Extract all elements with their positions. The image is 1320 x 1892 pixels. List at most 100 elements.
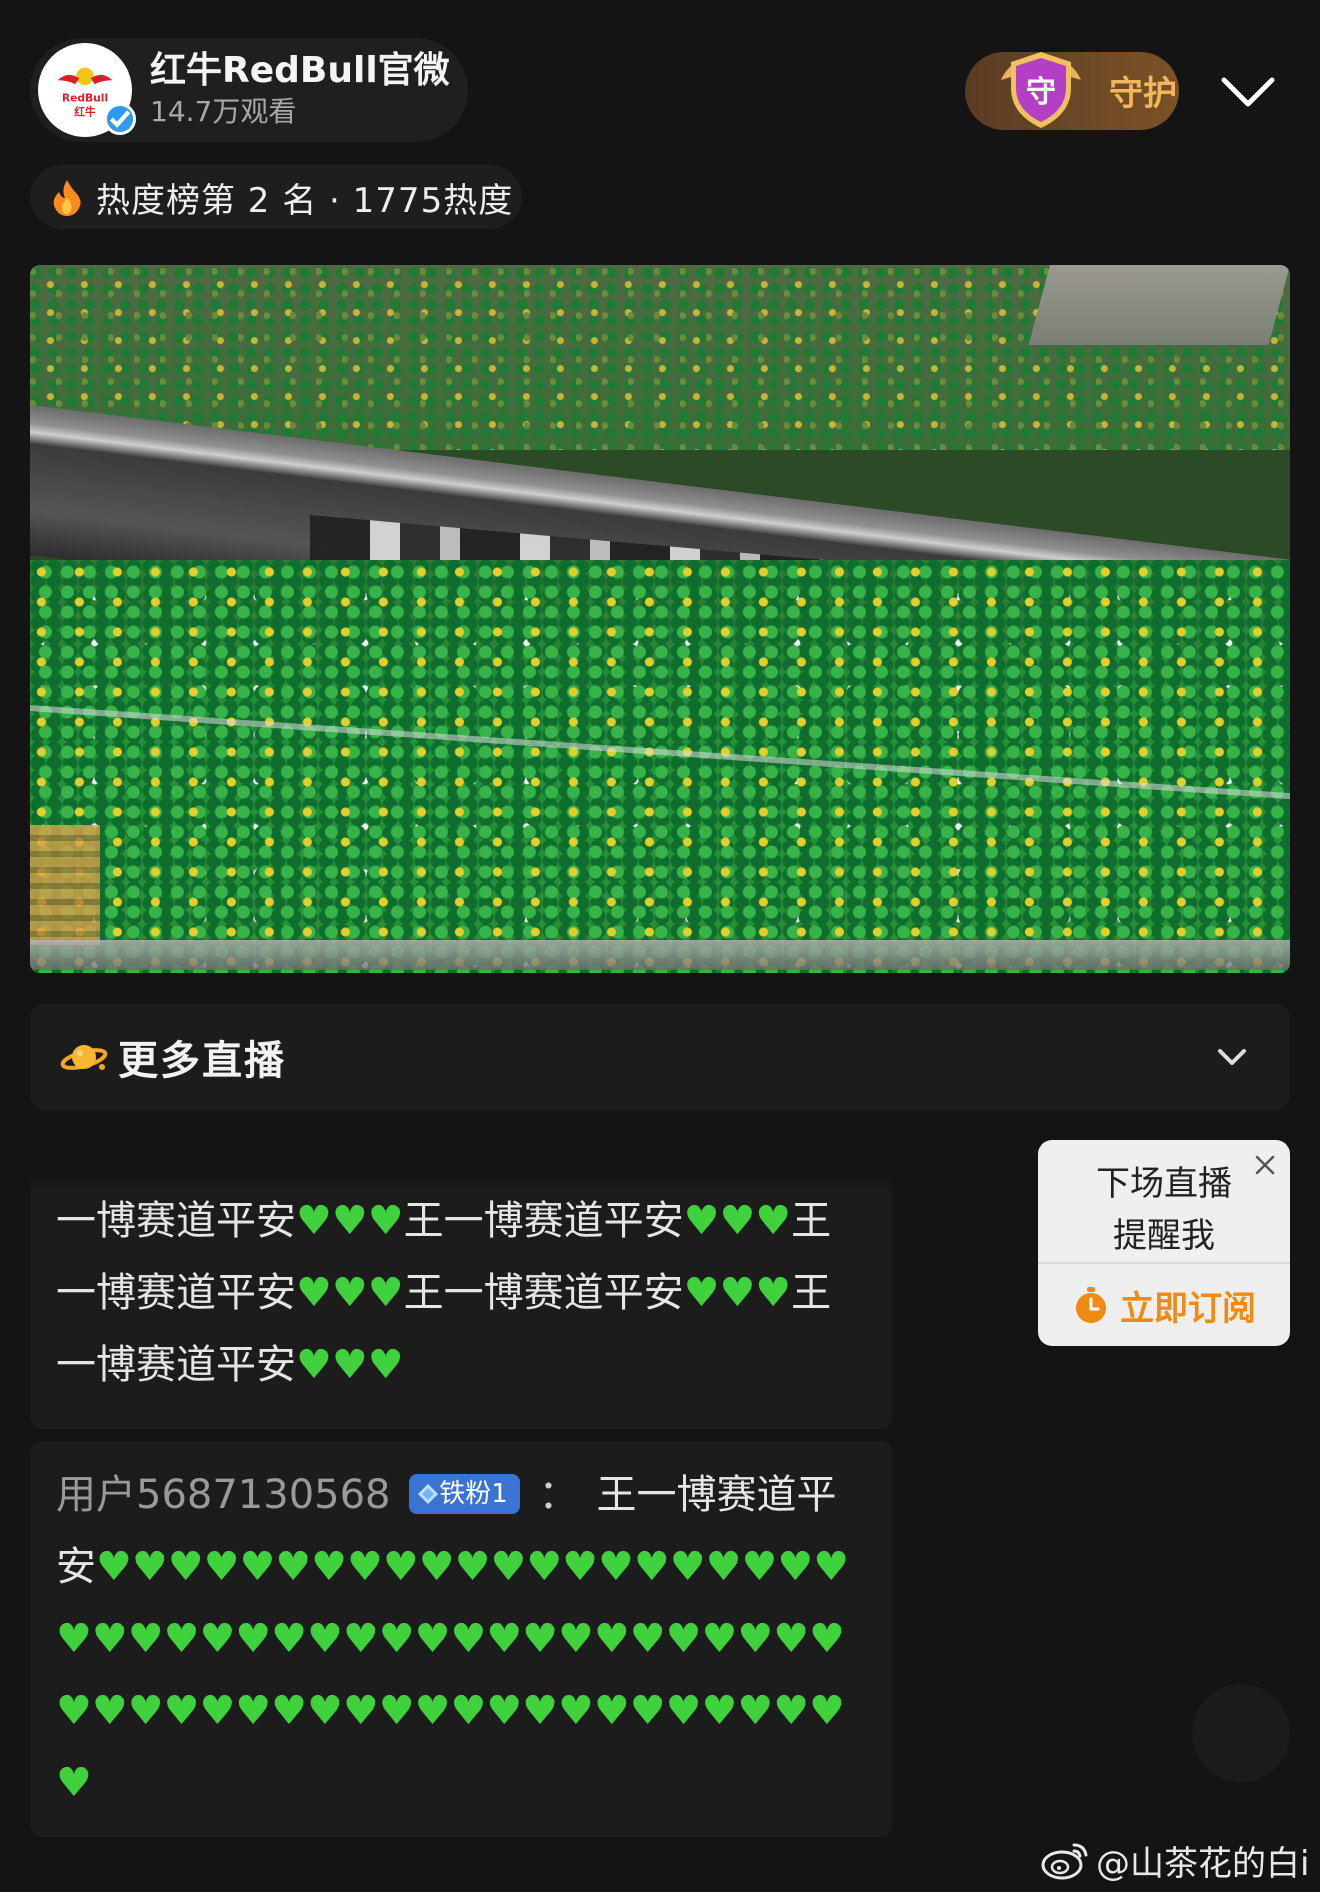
- clock-icon: [1076, 1287, 1106, 1323]
- subscribe-label: 立即订阅: [1120, 1288, 1256, 1329]
- green-heart-icon: ♥: [490, 1544, 527, 1590]
- green-heart-icon: ♥: [755, 1270, 792, 1316]
- green-heart-icon: ♥: [56, 1616, 92, 1662]
- green-heart-icon: ♥: [737, 1688, 774, 1734]
- green-heart-icon: ♥: [331, 1342, 368, 1388]
- green-heart-icon: ♥: [418, 1544, 455, 1590]
- green-heart-icon: ♥: [378, 1616, 415, 1662]
- green-heart-icon: ♥: [367, 1342, 404, 1388]
- svg-text:红牛: 红牛: [74, 105, 96, 118]
- green-heart-icon: ♥: [127, 1688, 164, 1734]
- green-heart-icon: ♥: [593, 1688, 630, 1734]
- more-live-bar[interactable]: 更多直播: [30, 1004, 1290, 1110]
- green-heart-icon: ♥: [562, 1544, 599, 1590]
- green-heart-icon: ♥: [235, 1616, 272, 1662]
- planet-icon: [60, 1045, 108, 1070]
- heat-rank-text: 热度榜第 2 名 · 1775热度: [96, 180, 514, 221]
- next-live-reminder-card: 下场直播 提醒我 立即订阅: [1038, 1140, 1290, 1346]
- comment-fade: [30, 1175, 892, 1195]
- green-heart-icon: ♥: [275, 1544, 312, 1590]
- svg-text:守: 守: [1026, 75, 1056, 110]
- green-heart-icon: ♥: [486, 1616, 523, 1662]
- video-lower-stand: [30, 560, 1290, 973]
- host-profile[interactable]: RedBull 红牛 红牛RedBull官微 14.7万观看: [30, 38, 468, 142]
- view-count: 14.7万观看: [150, 95, 297, 128]
- green-heart-icon: ♥: [203, 1544, 240, 1590]
- flame-icon: [53, 180, 81, 216]
- green-heart-icon: ♥: [91, 1616, 128, 1662]
- chevron-down-icon[interactable]: [1214, 1039, 1250, 1075]
- green-heart-icon: ♥: [701, 1688, 738, 1734]
- floating-action-button[interactable]: [1192, 1684, 1290, 1782]
- green-heart-icon: ♥: [331, 1198, 368, 1244]
- subscribe-button[interactable]: 立即订阅: [1038, 1264, 1290, 1346]
- green-heart-icon: ♥: [522, 1688, 559, 1734]
- green-heart-icon: ♥: [633, 1544, 670, 1590]
- green-heart-icon: ♥: [347, 1544, 383, 1590]
- host-avatar[interactable]: RedBull 红牛: [38, 43, 136, 137]
- green-heart-icon: ♥: [271, 1616, 308, 1662]
- green-heart-icon: ♥: [382, 1544, 419, 1590]
- video-front-rail: [30, 940, 1290, 970]
- green-heart-icon: ♥: [629, 1688, 666, 1734]
- guard-button[interactable]: 守 守护: [965, 52, 1179, 130]
- green-heart-icon: ♥: [683, 1270, 720, 1316]
- comment-username[interactable]: 用户5687130568: [56, 1472, 391, 1518]
- watermark: @山茶花的白i: [1040, 1836, 1309, 1884]
- watermark-text: @山茶花的白i: [1096, 1843, 1310, 1884]
- video-roof: [1028, 265, 1290, 345]
- more-live-label: 更多直播: [118, 1038, 286, 1084]
- heat-rank-badge[interactable]: 热度榜第 2 名 · 1775热度: [30, 165, 522, 229]
- green-heart-icon: ♥: [163, 1688, 200, 1734]
- comment-list[interactable]: 一博赛道平安♥♥♥王一博赛道平安♥♥♥王一博赛道平安♥♥♥王一博赛道平安♥♥♥王…: [30, 1175, 892, 1849]
- green-heart-icon: ♥: [526, 1544, 563, 1590]
- green-heart-icon: ♥: [737, 1616, 774, 1662]
- green-heart-icon: ♥: [773, 1688, 810, 1734]
- live-header: RedBull 红牛 红牛RedBull官微 14.7万观看 守 守护: [30, 38, 1290, 148]
- green-heart-icon: ♥: [809, 1688, 845, 1734]
- fan-badge-label: 铁粉1: [439, 1479, 508, 1509]
- green-heart-icon: ♥: [486, 1688, 523, 1734]
- video-seats: [30, 825, 100, 945]
- shield-icon: 守: [1001, 52, 1081, 128]
- host-name: 红牛RedBull官微: [150, 50, 450, 91]
- green-heart-icon: ♥: [741, 1544, 778, 1590]
- verified-icon: [104, 103, 136, 135]
- green-heart-icon: ♥: [598, 1544, 634, 1590]
- green-heart-icon: ♥: [450, 1616, 487, 1662]
- green-heart-icon: ♥: [311, 1544, 348, 1590]
- green-heart-icon: ♥: [558, 1688, 594, 1734]
- comment-separator: ：: [538, 1472, 579, 1518]
- diamond-icon: [418, 1484, 439, 1504]
- comment-text: 一博赛道平安♥♥♥王一博赛道平安♥♥♥王一博赛道平安♥♥♥王一博赛道平安♥♥♥王…: [56, 1198, 832, 1388]
- green-heart-icon: ♥: [199, 1688, 236, 1734]
- green-heart-icon: ♥: [665, 1616, 702, 1662]
- green-heart-icon: ♥: [56, 1760, 92, 1806]
- green-heart-icon: ♥: [331, 1270, 368, 1316]
- green-heart-icon: ♥: [307, 1688, 343, 1734]
- green-heart-icon: ♥: [809, 1616, 845, 1662]
- green-heart-icon: ♥: [755, 1198, 792, 1244]
- green-heart-icon: ♥: [296, 1342, 332, 1388]
- green-heart-icon: ♥: [701, 1616, 738, 1662]
- close-icon[interactable]: [1252, 1152, 1278, 1178]
- green-heart-icon: ♥: [629, 1616, 666, 1662]
- green-heart-icon: ♥: [96, 1544, 132, 1590]
- green-heart-icon: ♥: [163, 1616, 200, 1662]
- green-heart-icon: ♥: [199, 1616, 236, 1662]
- green-heart-icon: ♥: [235, 1688, 272, 1734]
- green-heart-icon: ♥: [450, 1688, 487, 1734]
- green-heart-icon: ♥: [342, 1688, 379, 1734]
- green-heart-icon: ♥: [367, 1198, 404, 1244]
- green-heart-icon: ♥: [558, 1616, 594, 1662]
- chevron-down-icon[interactable]: [1218, 62, 1278, 122]
- green-heart-icon: ♥: [813, 1544, 850, 1590]
- reminder-title-line2: 提醒我: [1113, 1216, 1215, 1256]
- green-heart-icon: ♥: [91, 1688, 128, 1734]
- live-video-player[interactable]: [30, 265, 1290, 973]
- green-heart-icon: ♥: [271, 1688, 308, 1734]
- green-heart-icon: ♥: [131, 1544, 168, 1590]
- green-heart-icon: ♥: [414, 1616, 451, 1662]
- guard-label: 守护: [1109, 74, 1177, 114]
- green-heart-icon: ♥: [593, 1616, 630, 1662]
